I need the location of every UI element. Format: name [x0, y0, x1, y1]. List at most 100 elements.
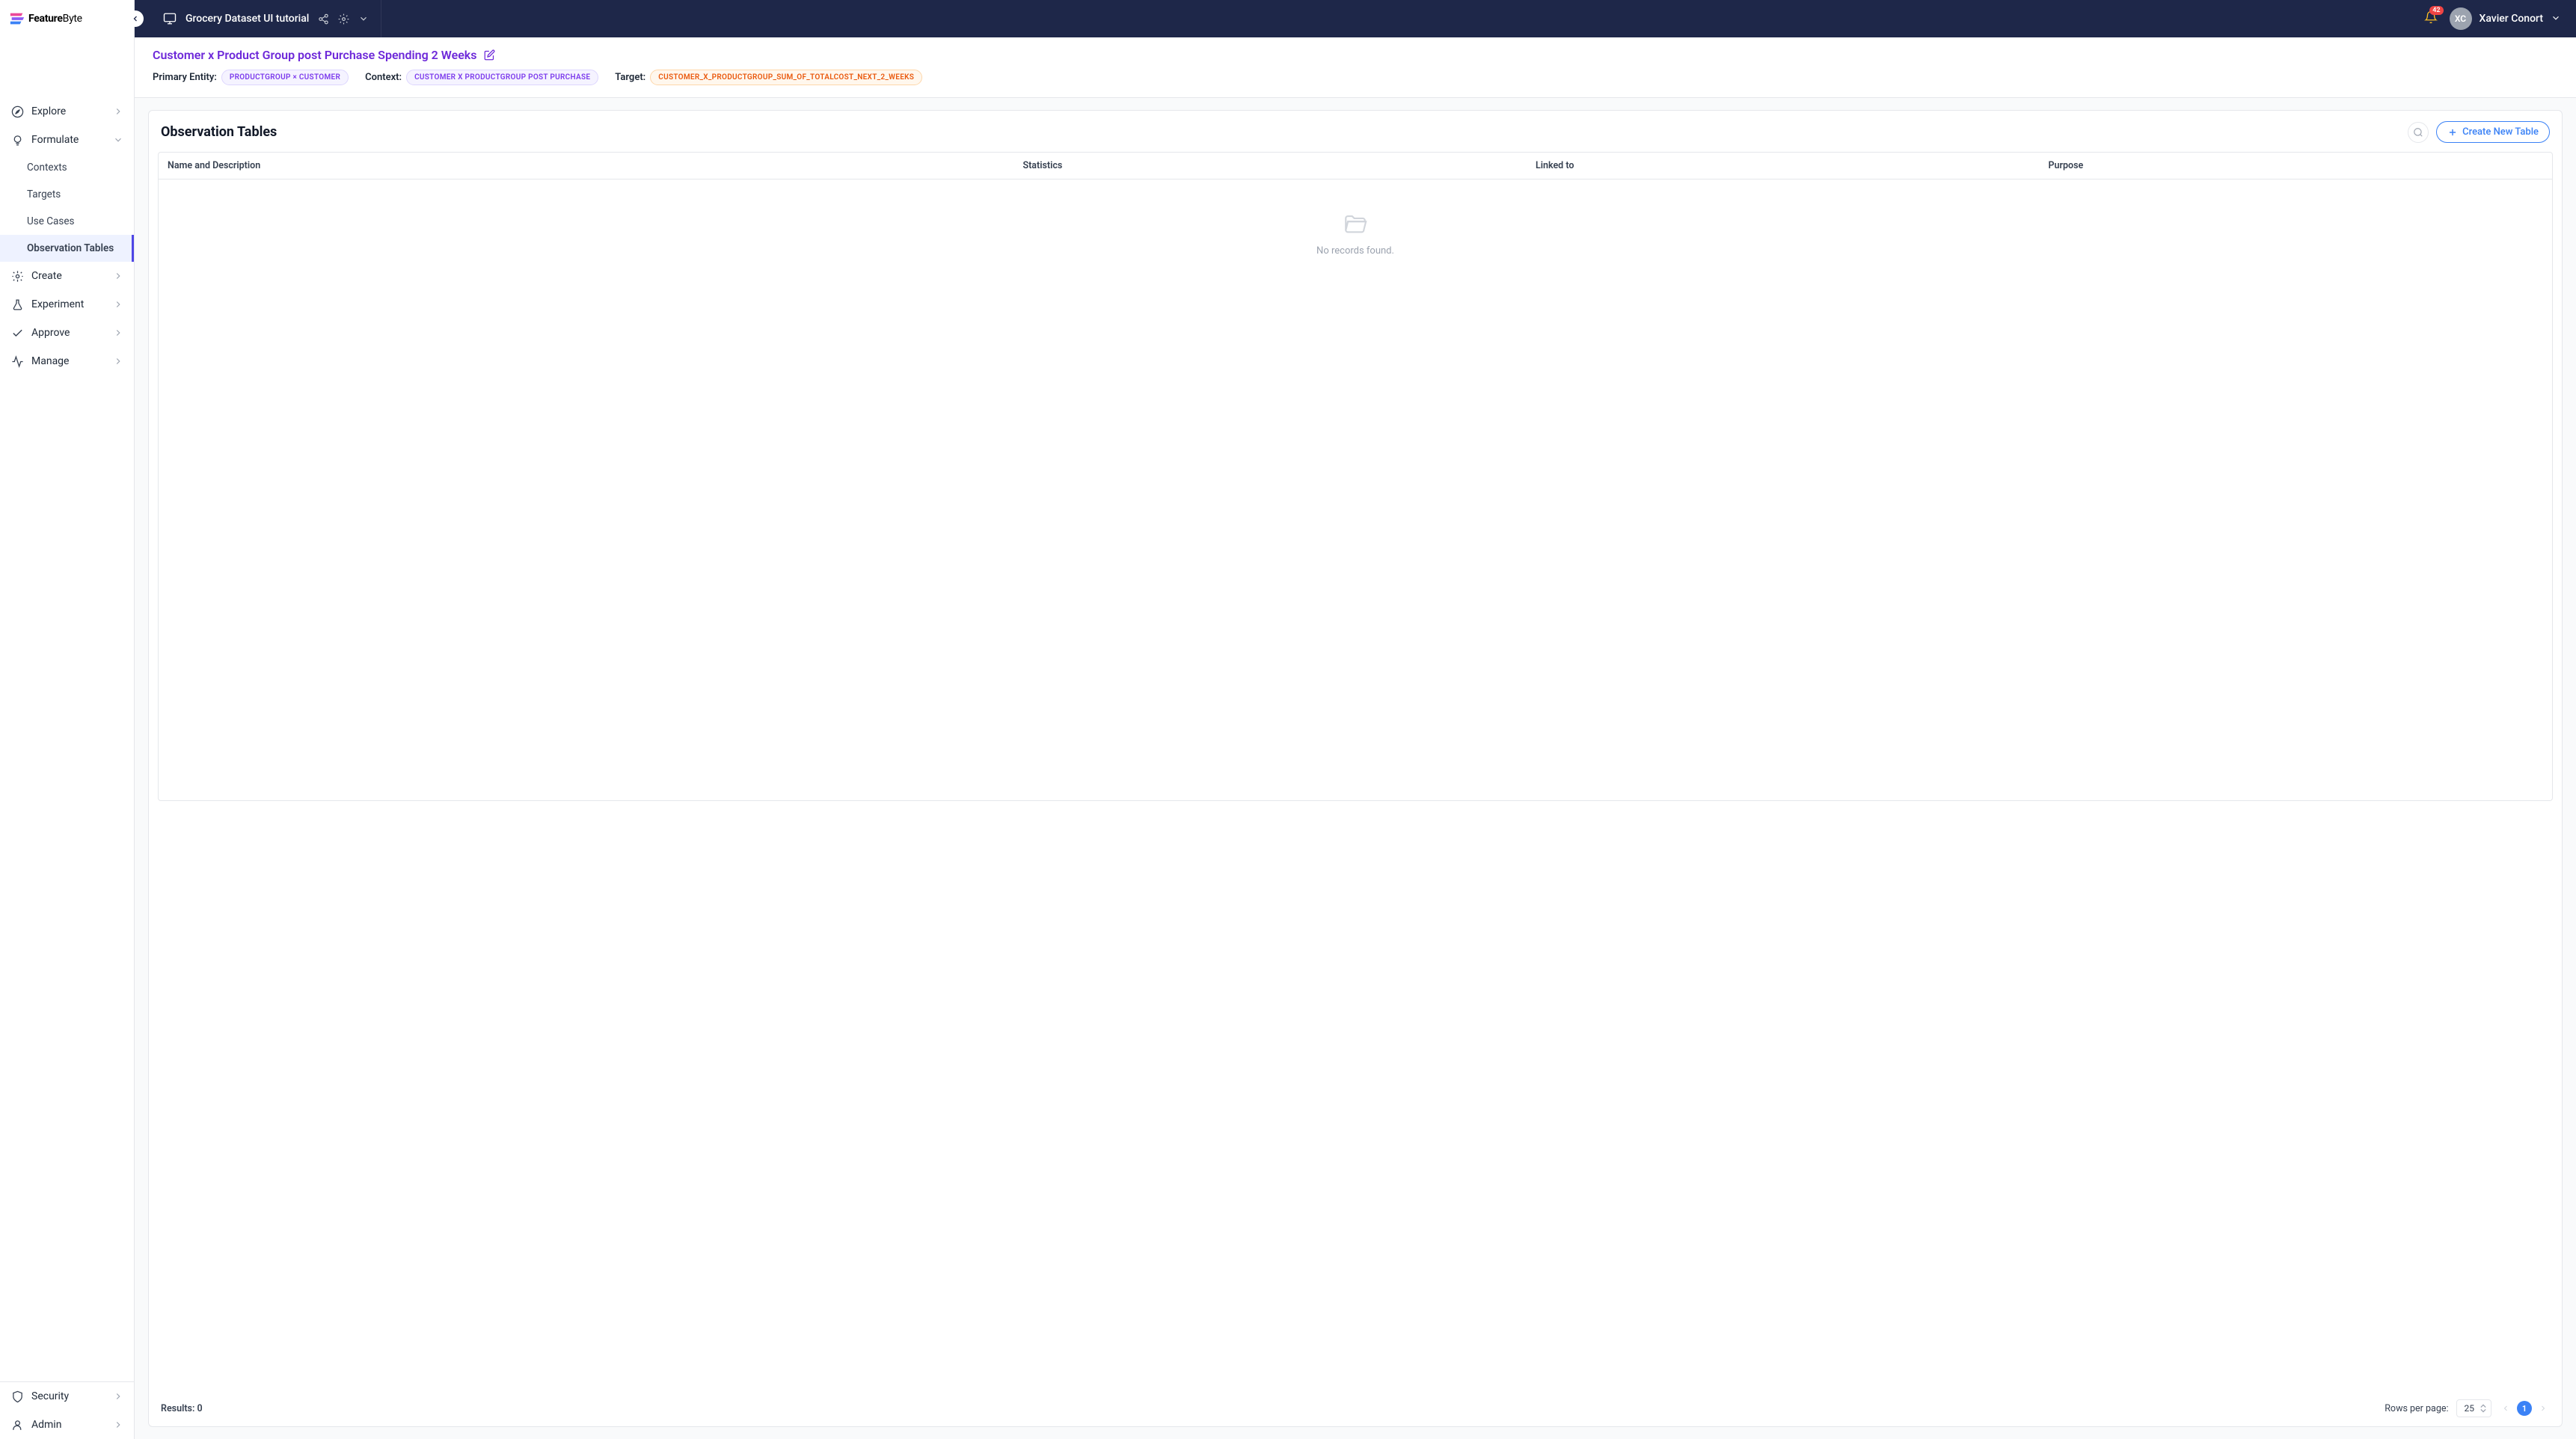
nav-sublabel: Contexts — [27, 162, 67, 174]
nav-label: Security — [31, 1390, 113, 1402]
nav-label: Create — [31, 270, 113, 282]
nav-label: Explore — [31, 105, 113, 117]
user-icon — [10, 1418, 24, 1432]
table-footer: Results: 0 Rows per page: 25 — [149, 1390, 2562, 1426]
empty-message: No records found. — [1316, 245, 1394, 257]
activity-icon — [10, 355, 24, 368]
nav-item-experiment[interactable]: Experiment — [0, 290, 134, 319]
rows-value: 25 — [2465, 1403, 2475, 1414]
search-icon — [2413, 127, 2423, 138]
main-nav: Explore Formulate Contexts Targets — [0, 37, 134, 1381]
compass-icon — [10, 105, 24, 118]
main-content: Grocery Dataset UI tutorial 42 — [135, 0, 2576, 1439]
create-button-label: Create New Table — [2462, 126, 2539, 138]
brand-name-light: Byte — [63, 13, 82, 25]
nav-sublabel: Targets — [27, 188, 61, 200]
back-button[interactable] — [127, 10, 144, 27]
nav-label: Experiment — [31, 298, 113, 310]
meta-label: Primary Entity: — [153, 72, 217, 83]
sparkle-icon — [10, 269, 24, 283]
nav-item-approve[interactable]: Approve — [0, 319, 134, 347]
primary-entity-pill[interactable]: PRODUCTGROUP × CUSTOMER — [221, 70, 349, 85]
nav-subitem-observation-tables[interactable]: Observation Tables — [0, 235, 134, 262]
column-header-name[interactable]: Name and Description — [159, 153, 1013, 179]
table-header-row: Name and Description Statistics Linked t… — [158, 152, 2553, 180]
nav-item-admin[interactable]: Admin — [0, 1411, 134, 1439]
bottom-nav: Security Admin — [0, 1381, 134, 1439]
nav-label: Approve — [31, 327, 113, 339]
nav-item-formulate[interactable]: Formulate — [0, 126, 134, 154]
column-header-purpose[interactable]: Purpose — [2040, 153, 2553, 179]
context-pill[interactable]: CUSTOMER X PRODUCTGROUP POST PURCHASE — [406, 70, 598, 85]
primary-entity-meta: Primary Entity: PRODUCTGROUP × CUSTOMER — [153, 70, 349, 85]
chevron-down-icon[interactable] — [358, 13, 369, 24]
bulb-icon — [10, 133, 24, 147]
user-name: Xavier Conort — [2480, 13, 2544, 25]
select-caret-icon — [2480, 1405, 2486, 1413]
empty-state: No records found. — [158, 180, 2553, 801]
nav-subitem-targets[interactable]: Targets — [0, 181, 134, 208]
flask-icon — [10, 298, 24, 311]
create-new-table-button[interactable]: Create New Table — [2436, 121, 2550, 143]
brand-name-bold: Feature — [28, 13, 63, 25]
brand-logo-icon — [9, 10, 25, 27]
page-title: Customer x Product Group post Purchase S… — [153, 48, 476, 62]
page-number-current[interactable]: 1 — [2517, 1401, 2532, 1416]
section-title: Observation Tables — [161, 124, 277, 140]
plus-icon — [2447, 127, 2458, 138]
chevron-right-icon — [113, 271, 123, 281]
pagination: 1 — [2499, 1401, 2550, 1416]
nav-label: Manage — [31, 355, 113, 367]
nav-sublabel: Observation Tables — [27, 242, 114, 254]
workspace-name: Grocery Dataset UI tutorial — [185, 13, 309, 25]
column-header-statistics[interactable]: Statistics — [1013, 153, 1527, 179]
user-menu[interactable]: XC Xavier Conort — [2450, 7, 2562, 30]
target-pill[interactable]: CUSTOMER_X_PRODUCTGROUP_SUM_OF_TOTALCOST… — [650, 70, 922, 85]
nav-item-manage[interactable]: Manage — [0, 347, 134, 375]
observation-tables-card: Observation Tables Create New Table Name… — [148, 110, 2563, 1427]
avatar: XC — [2450, 7, 2472, 30]
notifications-button[interactable]: 42 — [2424, 10, 2438, 27]
folder-open-icon — [1340, 211, 1370, 239]
sidebar: FeatureByte Explore Formulate — [0, 0, 135, 1439]
nav-label: Admin — [31, 1419, 113, 1431]
nav-sublabel: Use Cases — [27, 215, 74, 227]
next-page-button[interactable] — [2536, 1402, 2550, 1415]
rows-per-page-label: Rows per page: — [2385, 1403, 2448, 1414]
chevron-right-icon — [113, 356, 123, 366]
monitor-icon — [163, 12, 177, 25]
share-icon[interactable] — [318, 13, 329, 25]
chevron-right-icon — [113, 299, 123, 310]
chevron-down-icon — [2551, 12, 2561, 26]
topbar: Grocery Dataset UI tutorial 42 — [135, 0, 2576, 37]
nav-item-explore[interactable]: Explore — [0, 97, 134, 126]
gear-icon[interactable] — [338, 13, 349, 25]
nav-subitem-contexts[interactable]: Contexts — [0, 154, 134, 181]
nav-subitem-use-cases[interactable]: Use Cases — [0, 208, 134, 235]
prev-page-button[interactable] — [2499, 1402, 2512, 1415]
nav-item-security[interactable]: Security — [0, 1382, 134, 1411]
chevron-right-icon — [113, 1420, 123, 1430]
check-icon — [10, 326, 24, 340]
shield-icon — [10, 1390, 24, 1403]
results-count: 0 — [197, 1403, 202, 1414]
meta-label: Target: — [615, 72, 645, 83]
rows-per-page-select[interactable]: 25 — [2456, 1399, 2492, 1417]
notification-count: 42 — [2429, 6, 2443, 15]
context-meta: Context: CUSTOMER X PRODUCTGROUP POST PU… — [365, 70, 598, 85]
meta-label: Context: — [365, 72, 402, 83]
chevron-right-icon — [113, 1391, 123, 1402]
chevron-down-icon — [113, 135, 123, 145]
column-header-linked[interactable]: Linked to — [1527, 153, 2040, 179]
edit-icon[interactable] — [484, 49, 495, 61]
nav-label: Formulate — [31, 134, 113, 146]
logo[interactable]: FeatureByte — [0, 0, 134, 37]
page-header: Customer x Product Group post Purchase S… — [135, 37, 2576, 98]
target-meta: Target: CUSTOMER_X_PRODUCTGROUP_SUM_OF_T… — [615, 70, 922, 85]
chevron-right-icon — [113, 328, 123, 338]
chevron-right-icon — [113, 106, 123, 117]
results-label: Results: — [161, 1403, 194, 1414]
search-button[interactable] — [2408, 122, 2429, 143]
content-area: Observation Tables Create New Table Name… — [135, 98, 2576, 1439]
nav-item-create[interactable]: Create — [0, 262, 134, 290]
